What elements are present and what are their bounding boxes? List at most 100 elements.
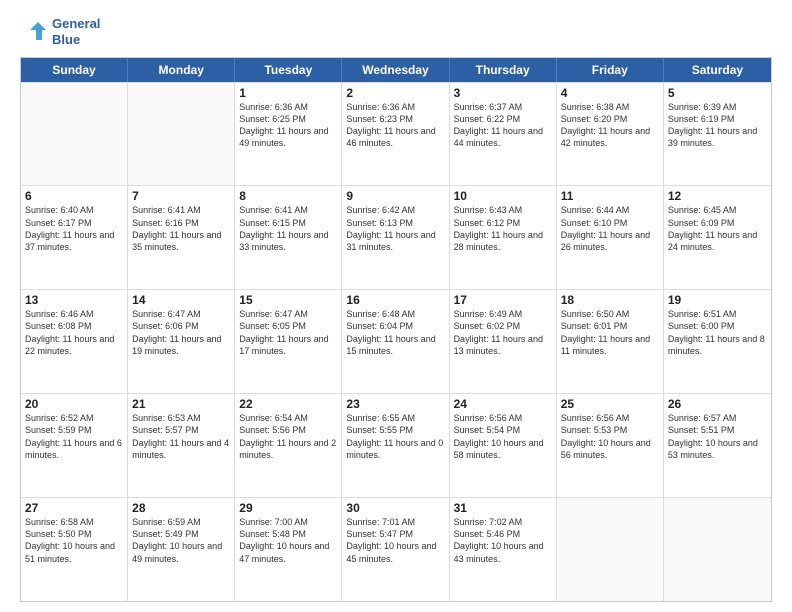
calendar-cell: 31Sunrise: 7:02 AM Sunset: 5:46 PM Dayli… <box>450 498 557 601</box>
calendar-row-2: 13Sunrise: 6:46 AM Sunset: 6:08 PM Dayli… <box>21 289 771 393</box>
day-number: 30 <box>346 501 444 515</box>
cell-info: Sunrise: 6:41 AM Sunset: 6:16 PM Dayligh… <box>132 204 230 253</box>
calendar-row-0: 1Sunrise: 6:36 AM Sunset: 6:25 PM Daylig… <box>21 82 771 186</box>
header: GeneralBlue <box>20 16 772 49</box>
calendar-cell: 5Sunrise: 6:39 AM Sunset: 6:19 PM Daylig… <box>664 83 771 186</box>
cell-info: Sunrise: 6:54 AM Sunset: 5:56 PM Dayligh… <box>239 412 337 461</box>
day-number: 11 <box>561 189 659 203</box>
day-number: 29 <box>239 501 337 515</box>
calendar-cell <box>128 83 235 186</box>
calendar-row-3: 20Sunrise: 6:52 AM Sunset: 5:59 PM Dayli… <box>21 393 771 497</box>
cell-info: Sunrise: 6:50 AM Sunset: 6:01 PM Dayligh… <box>561 308 659 357</box>
day-number: 3 <box>454 86 552 100</box>
header-day-sunday: Sunday <box>21 58 128 82</box>
header-day-monday: Monday <box>128 58 235 82</box>
calendar-cell: 7Sunrise: 6:41 AM Sunset: 6:16 PM Daylig… <box>128 186 235 289</box>
header-day-tuesday: Tuesday <box>235 58 342 82</box>
logo: GeneralBlue <box>20 16 100 49</box>
cell-info: Sunrise: 6:44 AM Sunset: 6:10 PM Dayligh… <box>561 204 659 253</box>
cell-info: Sunrise: 6:39 AM Sunset: 6:19 PM Dayligh… <box>668 101 767 150</box>
calendar-cell: 24Sunrise: 6:56 AM Sunset: 5:54 PM Dayli… <box>450 394 557 497</box>
calendar-cell: 6Sunrise: 6:40 AM Sunset: 6:17 PM Daylig… <box>21 186 128 289</box>
day-number: 1 <box>239 86 337 100</box>
cell-info: Sunrise: 6:47 AM Sunset: 6:05 PM Dayligh… <box>239 308 337 357</box>
day-number: 9 <box>346 189 444 203</box>
cell-info: Sunrise: 6:42 AM Sunset: 6:13 PM Dayligh… <box>346 204 444 253</box>
cell-info: Sunrise: 6:49 AM Sunset: 6:02 PM Dayligh… <box>454 308 552 357</box>
cell-info: Sunrise: 6:55 AM Sunset: 5:55 PM Dayligh… <box>346 412 444 461</box>
day-number: 25 <box>561 397 659 411</box>
day-number: 20 <box>25 397 123 411</box>
calendar-cell: 15Sunrise: 6:47 AM Sunset: 6:05 PM Dayli… <box>235 290 342 393</box>
day-number: 28 <box>132 501 230 515</box>
calendar-cell: 4Sunrise: 6:38 AM Sunset: 6:20 PM Daylig… <box>557 83 664 186</box>
logo-bird-icon <box>20 18 48 46</box>
header-day-saturday: Saturday <box>664 58 771 82</box>
calendar-body: 1Sunrise: 6:36 AM Sunset: 6:25 PM Daylig… <box>21 82 771 602</box>
cell-info: Sunrise: 6:58 AM Sunset: 5:50 PM Dayligh… <box>25 516 123 565</box>
calendar-row-4: 27Sunrise: 6:58 AM Sunset: 5:50 PM Dayli… <box>21 497 771 601</box>
day-number: 19 <box>668 293 767 307</box>
calendar-cell: 2Sunrise: 6:36 AM Sunset: 6:23 PM Daylig… <box>342 83 449 186</box>
calendar-cell: 1Sunrise: 6:36 AM Sunset: 6:25 PM Daylig… <box>235 83 342 186</box>
calendar-cell: 19Sunrise: 6:51 AM Sunset: 6:00 PM Dayli… <box>664 290 771 393</box>
calendar-cell: 18Sunrise: 6:50 AM Sunset: 6:01 PM Dayli… <box>557 290 664 393</box>
cell-info: Sunrise: 6:45 AM Sunset: 6:09 PM Dayligh… <box>668 204 767 253</box>
calendar-cell: 11Sunrise: 6:44 AM Sunset: 6:10 PM Dayli… <box>557 186 664 289</box>
day-number: 15 <box>239 293 337 307</box>
cell-info: Sunrise: 6:37 AM Sunset: 6:22 PM Dayligh… <box>454 101 552 150</box>
calendar-cell: 10Sunrise: 6:43 AM Sunset: 6:12 PM Dayli… <box>450 186 557 289</box>
cell-info: Sunrise: 6:36 AM Sunset: 6:25 PM Dayligh… <box>239 101 337 150</box>
calendar-cell: 30Sunrise: 7:01 AM Sunset: 5:47 PM Dayli… <box>342 498 449 601</box>
cell-info: Sunrise: 6:53 AM Sunset: 5:57 PM Dayligh… <box>132 412 230 461</box>
cell-info: Sunrise: 7:01 AM Sunset: 5:47 PM Dayligh… <box>346 516 444 565</box>
calendar-cell: 25Sunrise: 6:56 AM Sunset: 5:53 PM Dayli… <box>557 394 664 497</box>
cell-info: Sunrise: 6:47 AM Sunset: 6:06 PM Dayligh… <box>132 308 230 357</box>
calendar-cell: 28Sunrise: 6:59 AM Sunset: 5:49 PM Dayli… <box>128 498 235 601</box>
day-number: 21 <box>132 397 230 411</box>
calendar-cell <box>557 498 664 601</box>
day-number: 27 <box>25 501 123 515</box>
header-day-friday: Friday <box>557 58 664 82</box>
calendar-cell: 29Sunrise: 7:00 AM Sunset: 5:48 PM Dayli… <box>235 498 342 601</box>
cell-info: Sunrise: 6:40 AM Sunset: 6:17 PM Dayligh… <box>25 204 123 253</box>
cell-info: Sunrise: 6:52 AM Sunset: 5:59 PM Dayligh… <box>25 412 123 461</box>
calendar-cell: 20Sunrise: 6:52 AM Sunset: 5:59 PM Dayli… <box>21 394 128 497</box>
calendar-cell <box>664 498 771 601</box>
cell-info: Sunrise: 6:51 AM Sunset: 6:00 PM Dayligh… <box>668 308 767 357</box>
day-number: 2 <box>346 86 444 100</box>
cell-info: Sunrise: 7:02 AM Sunset: 5:46 PM Dayligh… <box>454 516 552 565</box>
calendar-header: SundayMondayTuesdayWednesdayThursdayFrid… <box>21 58 771 82</box>
day-number: 23 <box>346 397 444 411</box>
calendar-cell: 3Sunrise: 6:37 AM Sunset: 6:22 PM Daylig… <box>450 83 557 186</box>
day-number: 22 <box>239 397 337 411</box>
day-number: 16 <box>346 293 444 307</box>
calendar-cell: 22Sunrise: 6:54 AM Sunset: 5:56 PM Dayli… <box>235 394 342 497</box>
calendar-cell: 14Sunrise: 6:47 AM Sunset: 6:06 PM Dayli… <box>128 290 235 393</box>
calendar-row-1: 6Sunrise: 6:40 AM Sunset: 6:17 PM Daylig… <box>21 185 771 289</box>
day-number: 18 <box>561 293 659 307</box>
cell-info: Sunrise: 7:00 AM Sunset: 5:48 PM Dayligh… <box>239 516 337 565</box>
day-number: 5 <box>668 86 767 100</box>
day-number: 14 <box>132 293 230 307</box>
calendar-cell: 23Sunrise: 6:55 AM Sunset: 5:55 PM Dayli… <box>342 394 449 497</box>
day-number: 17 <box>454 293 552 307</box>
cell-info: Sunrise: 6:38 AM Sunset: 6:20 PM Dayligh… <box>561 101 659 150</box>
header-day-thursday: Thursday <box>450 58 557 82</box>
cell-info: Sunrise: 6:56 AM Sunset: 5:54 PM Dayligh… <box>454 412 552 461</box>
day-number: 24 <box>454 397 552 411</box>
day-number: 8 <box>239 189 337 203</box>
calendar-cell: 27Sunrise: 6:58 AM Sunset: 5:50 PM Dayli… <box>21 498 128 601</box>
day-number: 12 <box>668 189 767 203</box>
calendar-cell: 12Sunrise: 6:45 AM Sunset: 6:09 PM Dayli… <box>664 186 771 289</box>
calendar-cell: 8Sunrise: 6:41 AM Sunset: 6:15 PM Daylig… <box>235 186 342 289</box>
day-number: 4 <box>561 86 659 100</box>
calendar-cell: 21Sunrise: 6:53 AM Sunset: 5:57 PM Dayli… <box>128 394 235 497</box>
day-number: 10 <box>454 189 552 203</box>
calendar-cell: 16Sunrise: 6:48 AM Sunset: 6:04 PM Dayli… <box>342 290 449 393</box>
calendar-cell: 17Sunrise: 6:49 AM Sunset: 6:02 PM Dayli… <box>450 290 557 393</box>
cell-info: Sunrise: 6:59 AM Sunset: 5:49 PM Dayligh… <box>132 516 230 565</box>
day-number: 31 <box>454 501 552 515</box>
page: GeneralBlue SundayMondayTuesdayWednesday… <box>0 0 792 612</box>
day-number: 13 <box>25 293 123 307</box>
